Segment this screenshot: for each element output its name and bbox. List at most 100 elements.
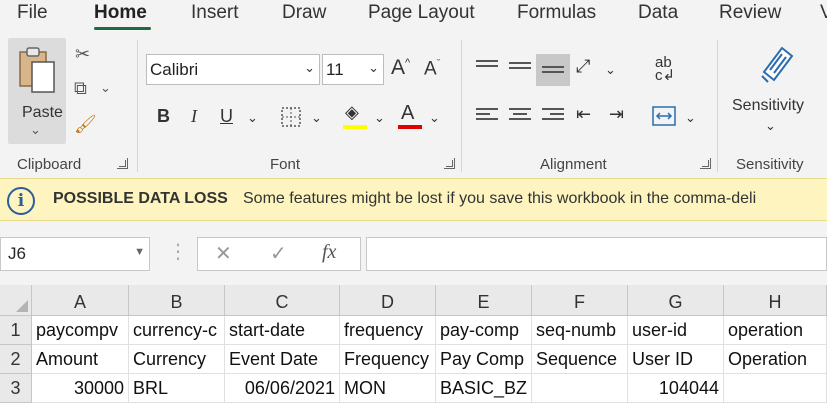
copy-icon[interactable]: ⧉: [74, 78, 87, 99]
top-align-icon[interactable]: [476, 60, 498, 76]
format-painter-icon[interactable]: 🖌: [74, 114, 97, 135]
font-size-select[interactable]: 11 ⌄: [322, 54, 384, 85]
cell-b3[interactable]: BRL: [129, 374, 225, 403]
cell-h3[interactable]: [724, 374, 827, 403]
increase-indent-icon[interactable]: ⇥: [609, 104, 624, 125]
tab-review[interactable]: Review: [719, 2, 781, 24]
column-header-c[interactable]: C: [225, 285, 340, 316]
cell-c2[interactable]: Event Date: [225, 345, 340, 374]
cell-c1[interactable]: start-date: [225, 316, 340, 345]
insert-function-icon[interactable]: fx: [322, 241, 336, 264]
decrease-indent-icon[interactable]: ⇤: [576, 104, 591, 125]
cell-d3[interactable]: MON: [340, 374, 436, 403]
info-icon: i: [7, 187, 35, 215]
grow-font-label: A: [391, 56, 406, 79]
font-group-label: Font: [270, 156, 301, 173]
align-center-icon[interactable]: [509, 108, 531, 124]
cell-g3[interactable]: 104044: [628, 374, 724, 403]
cell-h1[interactable]: operation: [724, 316, 827, 345]
cell-g2[interactable]: User ID: [628, 345, 724, 374]
column-header-a[interactable]: A: [32, 285, 129, 316]
cell-a2[interactable]: Amount: [32, 345, 129, 374]
merge-dropdown-icon[interactable]: ⌄: [685, 110, 696, 126]
tab-insert[interactable]: Insert: [191, 2, 239, 24]
drag-handle-icon[interactable]: ⋮: [168, 239, 188, 264]
orientation-icon[interactable]: ⤢: [576, 56, 590, 77]
italic-button[interactable]: I: [191, 106, 197, 127]
row-header-1[interactable]: 1: [0, 316, 32, 345]
sensitivity-button-label[interactable]: Sensitivity: [732, 97, 804, 115]
tab-home[interactable]: Home: [94, 2, 147, 24]
caret-down-icon[interactable]: ▼: [134, 246, 145, 258]
row-header-2[interactable]: 2: [0, 345, 32, 374]
cell-a3[interactable]: 30000: [32, 374, 129, 403]
cell-h2[interactable]: Operation: [724, 345, 827, 374]
tab-draw[interactable]: Draw: [282, 2, 326, 24]
tab-file[interactable]: File: [17, 2, 48, 24]
column-header-f[interactable]: F: [532, 285, 628, 316]
cell-d1[interactable]: frequency: [340, 316, 436, 345]
column-header-g[interactable]: G: [628, 285, 724, 316]
orientation-dropdown-icon[interactable]: ⌄: [605, 62, 616, 78]
spreadsheet-grid: A B C D E F G H 1 2 3 paycompv currency-…: [0, 285, 827, 404]
group-divider: [137, 40, 138, 172]
cell-f3[interactable]: [532, 374, 628, 403]
cell-d2[interactable]: Frequency: [340, 345, 436, 374]
paste-button[interactable]: Paste ⌄: [8, 38, 66, 144]
font-color-bar: [398, 125, 422, 129]
cell-b1[interactable]: currency-c: [129, 316, 225, 345]
tab-view[interactable]: V: [820, 2, 827, 24]
tab-page-layout[interactable]: Page Layout: [368, 2, 475, 24]
font-launcher-icon[interactable]: [444, 158, 455, 169]
merge-center-icon[interactable]: [651, 105, 677, 127]
align-right-icon[interactable]: [542, 108, 564, 124]
column-header-b[interactable]: B: [129, 285, 225, 316]
select-all-button[interactable]: [0, 285, 32, 316]
clipboard-launcher-icon[interactable]: [117, 158, 128, 169]
sensitivity-dropdown-icon[interactable]: ⌄: [765, 118, 776, 134]
cell-g1[interactable]: user-id: [628, 316, 724, 345]
font-name-select[interactable]: Calibri ⌄: [146, 54, 320, 85]
infobar-message: Some features might be lost if you save …: [243, 190, 757, 207]
highlight-color-bar: [343, 125, 367, 129]
cell-e2[interactable]: Pay Comp: [436, 345, 532, 374]
cell-b2[interactable]: Currency: [129, 345, 225, 374]
middle-align-icon[interactable]: [509, 62, 531, 78]
underline-button[interactable]: U: [220, 106, 233, 127]
bold-button[interactable]: B: [157, 106, 170, 127]
cell-e3[interactable]: BASIC_BZ: [436, 374, 532, 403]
chevron-down-icon[interactable]: ⌄: [30, 122, 41, 138]
wrap-text-icon[interactable]: ab c↲: [655, 55, 675, 83]
grow-font-button[interactable]: A^: [391, 56, 410, 80]
underline-dropdown-icon[interactable]: ⌄: [247, 110, 258, 126]
column-header-d[interactable]: D: [340, 285, 436, 316]
tab-data[interactable]: Data: [638, 2, 678, 24]
enter-icon[interactable]: ✓: [270, 241, 287, 266]
cell-f1[interactable]: seq-numb: [532, 316, 628, 345]
fill-dropdown-icon[interactable]: ⌄: [374, 110, 385, 126]
borders-dropdown-icon[interactable]: ⌄: [311, 110, 322, 126]
cell-f2[interactable]: Sequence: [532, 345, 628, 374]
cancel-icon[interactable]: ✕: [215, 241, 232, 266]
font-color-dropdown-icon[interactable]: ⌄: [429, 110, 440, 126]
cut-icon[interactable]: ✂: [75, 44, 90, 65]
font-color-button[interactable]: A: [401, 102, 414, 125]
tab-formulas[interactable]: Formulas: [517, 2, 596, 24]
bottom-align-icon[interactable]: [542, 66, 564, 82]
cell-a1[interactable]: paycompv: [32, 316, 129, 345]
fill-color-icon[interactable]: ◈: [345, 102, 359, 123]
column-header-e[interactable]: E: [436, 285, 532, 316]
cell-e1[interactable]: pay-comp: [436, 316, 532, 345]
name-box[interactable]: J6 ▼: [0, 237, 150, 271]
formula-input[interactable]: [366, 237, 827, 271]
copy-dropdown-icon[interactable]: ⌄: [100, 80, 111, 96]
sensitivity-icon[interactable]: [756, 42, 796, 86]
name-box-value: J6: [8, 244, 26, 263]
alignment-launcher-icon[interactable]: [700, 158, 711, 169]
cell-c3[interactable]: 06/06/2021: [225, 374, 340, 403]
column-header-h[interactable]: H: [724, 285, 827, 316]
align-left-icon[interactable]: [476, 108, 498, 124]
row-header-3[interactable]: 3: [0, 374, 32, 403]
borders-icon[interactable]: [280, 106, 302, 128]
shrink-font-button[interactable]: Aˇ: [424, 58, 440, 80]
